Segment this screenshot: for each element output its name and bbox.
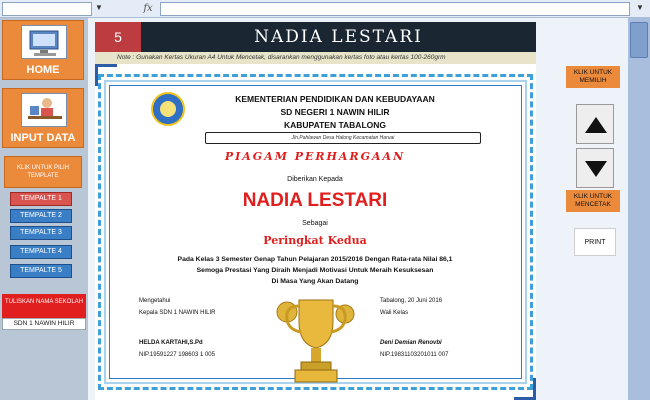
right-signature-role: Wali Kelas <box>380 310 409 316</box>
formula-bar: ▼ fx ▼ <box>0 0 650 18</box>
arrow-up-icon <box>585 117 607 133</box>
certificate: KEMENTERIAN PENDIDIKAN DAN KEBUDAYAAN SD… <box>95 64 536 400</box>
school-name: SD NEGERI 1 NAWIN HILIR <box>280 107 390 117</box>
regency-name: KABUPATEN TABALONG <box>284 120 386 130</box>
motivation-text: Semoga Prestasi Yang Diraih Menjadi Moti… <box>196 267 434 274</box>
homeroom-teacher-name: Deni Demian Renovbi <box>380 340 442 346</box>
tut-wuri-logo <box>151 92 185 126</box>
left-signature-role: Kepala SDN 1 NAWIN HILIR <box>139 310 216 316</box>
rank-text: Peringkat Kedua <box>263 234 367 247</box>
print-label: KLIK UNTUK MENCETAK <box>566 190 620 212</box>
previous-button[interactable] <box>576 104 614 144</box>
school-name-field[interactable]: SDN 1 NAWIN HILIR <box>2 318 86 330</box>
trophy-icon <box>276 299 355 383</box>
person-at-desk-icon <box>21 93 67 127</box>
arrow-down-icon <box>585 161 607 177</box>
name-box[interactable] <box>2 2 92 16</box>
input-data-button[interactable]: INPUT DATA <box>2 88 84 148</box>
home-button[interactable]: HOME <box>2 20 84 80</box>
template-3-button[interactable]: TEMPALTE 3 <box>10 226 72 240</box>
input-data-label: INPUT DATA <box>10 132 76 144</box>
print-note: Note : Gunakan Kertas Ukuran A4 Untuk Me… <box>95 52 536 64</box>
ministry-name: KEMENTERIAN PENDIDIKAN DAN KEBUDAYAAN <box>235 94 435 104</box>
given-to-label: Diberikan Kepada <box>287 176 343 183</box>
print-button[interactable]: PRINT <box>574 228 616 256</box>
school-address: Jln.Pahlawan Desa Halong Kecamatan Harua… <box>205 132 481 144</box>
scrollbar-thumb[interactable] <box>630 22 648 58</box>
formula-input[interactable] <box>160 2 630 16</box>
right-panel: KLIK UNTUK MEMILIH KLIK UNTUK MENCETAK P… <box>540 18 624 400</box>
pick-template-label[interactable]: KLIK UNTUK PILIH TEMPLATE <box>4 156 82 188</box>
next-button[interactable] <box>576 148 614 188</box>
date-place: Tabalong, 20 Juni 2016 <box>380 298 443 304</box>
template-4-button[interactable]: TEMPALTE 4 <box>10 245 72 259</box>
homeroom-teacher-nip: NIP.19831103201011 007 <box>380 352 449 358</box>
expand-formula-bar-icon[interactable]: ▼ <box>634 3 646 15</box>
recipient-name: NADIA LESTARI <box>242 190 388 211</box>
template-2-button[interactable]: TEMPALTE 2 <box>10 209 72 223</box>
template-1-button[interactable]: TEMPALTE 1 <box>10 192 72 206</box>
home-label: HOME <box>26 64 60 76</box>
headmaster-nip: NIP.19591227 198603 1 005 <box>139 352 215 358</box>
headmaster-name: HELDA KARTAHI,S.Pd <box>139 340 203 346</box>
school-name-label: TULISKAN NAMA SEKOLAH <box>2 294 86 318</box>
achievement-text: Pada Kelas 3 Semester Genap Tahun Pelaja… <box>177 256 453 263</box>
insert-function-button[interactable]: fx <box>140 2 156 16</box>
pick-label: KLIK UNTUK MEMILIH <box>566 66 620 88</box>
motivation-text-2: Di Masa Yang Akan Datang <box>271 278 359 285</box>
student-title-bar: 5 NADIA LESTARI <box>95 22 536 52</box>
certificate-heading: PIAGAM PERHARGAAN <box>224 150 406 163</box>
as-label: Sebagai <box>302 220 328 227</box>
vertical-scrollbar[interactable] <box>628 18 650 400</box>
template-5-button[interactable]: TEMPALTE 5 <box>10 264 72 278</box>
student-title: NADIA LESTARI <box>254 27 423 47</box>
student-number: 5 <box>95 22 141 52</box>
left-signature-caption: Mengetahui <box>139 298 171 304</box>
left-panel: HOME INPUT DATA KLIK UNTUK PILIH TEMPLAT… <box>0 18 88 400</box>
name-box-dropdown-icon[interactable]: ▼ <box>94 3 104 15</box>
computer-icon <box>21 25 67 59</box>
